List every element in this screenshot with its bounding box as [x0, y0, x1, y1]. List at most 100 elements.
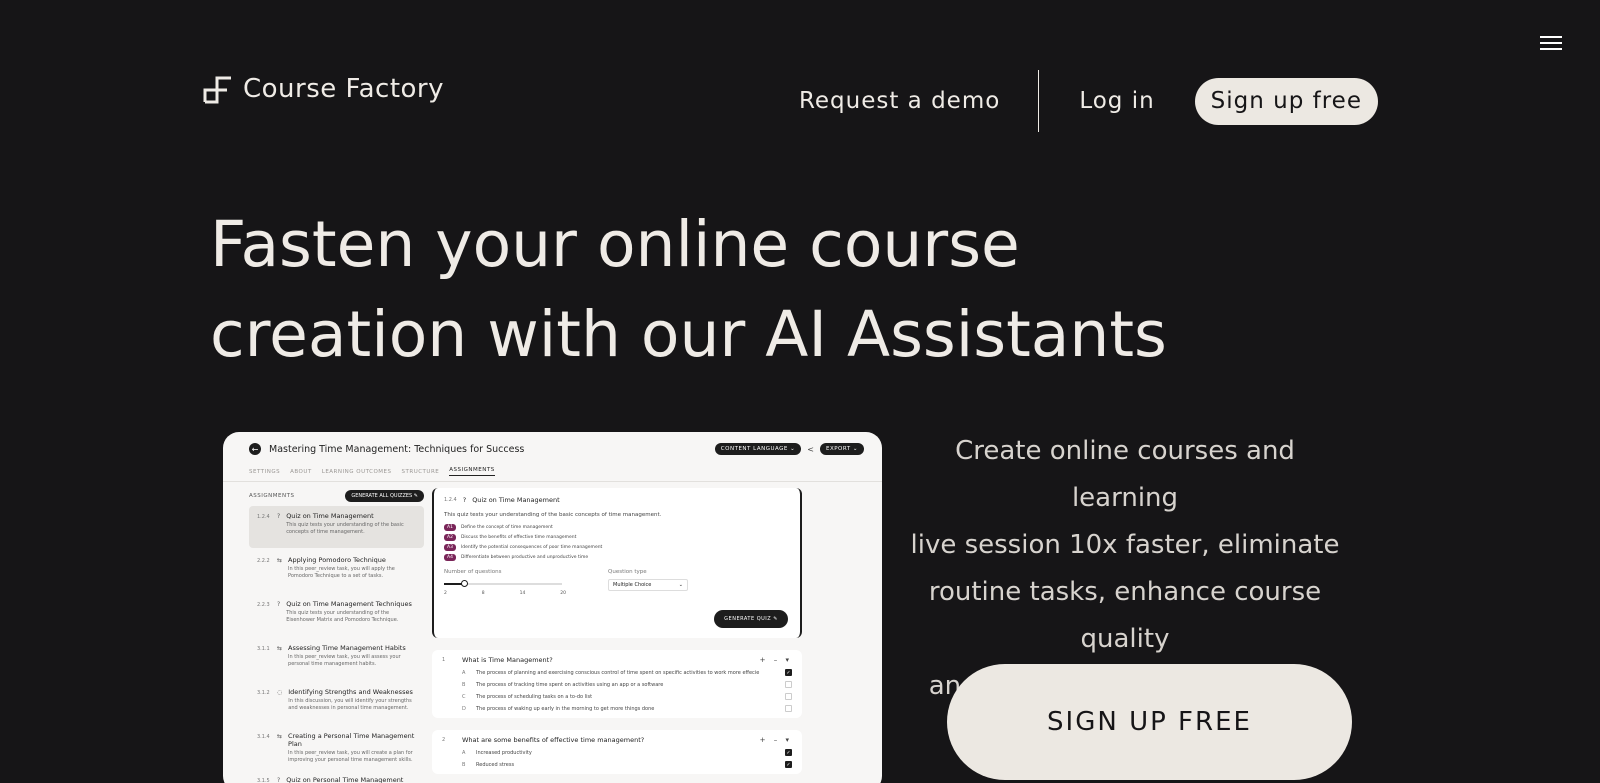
outcome-row: A1 Define the concept of time management: [444, 524, 790, 531]
description-line: routine tasks, enhance course quality: [928, 577, 1322, 654]
top-nav: Request a demo Log in Sign up free: [799, 70, 1378, 132]
assignment-type-icon: ⇆: [277, 733, 283, 740]
sign-up-cta-button[interactable]: SIGN UP FREE: [947, 664, 1352, 780]
question-controls[interactable]: + – ▾: [760, 656, 792, 664]
assignment-number: 3.1.2: [257, 690, 270, 696]
logo-text: Course Factory: [243, 74, 445, 104]
assignment-number: 3.1.4: [257, 734, 270, 740]
assignment-item[interactable]: 2.2.3? Quiz on Time Management Techniques…: [249, 594, 424, 636]
menu-icon-line: [1540, 42, 1562, 44]
option-checkbox[interactable]: ✓: [785, 749, 792, 756]
export-button[interactable]: EXPORT ⌄: [819, 443, 864, 455]
generate-quiz-label: GENERATE QUIZ: [724, 616, 772, 622]
outcome-row: A4 Differentiate between productive and u…: [444, 554, 790, 561]
assignment-type-icon: ⇆: [277, 645, 283, 652]
tab-assignments[interactable]: ASSIGNMENTS: [449, 467, 495, 476]
slider-tick: 2: [444, 591, 447, 596]
quiz-description: This quiz tests your understanding of th…: [444, 512, 662, 518]
outcome-tag: A4: [444, 554, 456, 561]
option-checkbox[interactable]: ✓: [785, 761, 792, 768]
assignment-item[interactable]: 3.1.4 ⇆ Creating a Personal Time Managemen…: [249, 726, 424, 768]
export-label: EXPORT: [825, 446, 851, 452]
assignment-title: Applying Pomodoro Technique: [288, 556, 386, 564]
answer-option: D The process of waking up early in the m…: [442, 705, 792, 712]
assignment-type-icon: ?: [277, 601, 281, 608]
nav-divider: [1038, 70, 1040, 132]
generate-quiz-button[interactable]: GENERATE QUIZ ✎: [714, 610, 788, 628]
option-letter: B: [462, 681, 466, 688]
answer-option: C The process of scheduling tasks on a to…: [442, 693, 792, 700]
outcome-text: Discuss the benefits of effective time m…: [460, 535, 577, 540]
assignment-title: Quiz on Time Management Techniques: [286, 600, 412, 608]
log-in-link[interactable]: Log in: [1079, 88, 1154, 114]
answer-option: B The process of tracking time spent on a…: [442, 681, 792, 688]
course-title: Mastering Time Management: Techniques fo…: [269, 443, 525, 455]
menu-button[interactable]: [1532, 24, 1570, 62]
assignments-label: ASSIGNMENTS: [249, 493, 295, 499]
outcome-row: A3 Identify the potential consequences of…: [444, 544, 790, 551]
tab-about[interactable]: ABOUT: [290, 469, 312, 475]
slider-knob[interactable]: [460, 580, 468, 587]
outcome-text: Define the concept of time management: [460, 525, 553, 530]
assignment-item[interactable]: 1.2.4? Quiz on Time Management This quiz t…: [249, 506, 424, 548]
answer-option: B Reduced stress ✓: [442, 761, 792, 768]
request-demo-link[interactable]: Request a demo: [799, 88, 1000, 114]
tab-learning-outcomes[interactable]: LEARNING OUTCOMES: [322, 469, 392, 475]
slider-tick: 14: [519, 591, 526, 596]
content-language-label: CONTENT LANGUAGE: [720, 446, 788, 452]
question-controls[interactable]: + – ▾: [760, 736, 792, 744]
sign-up-nav-button[interactable]: Sign up free: [1194, 77, 1378, 125]
question-header: 2 What are some benefits of effective tim…: [442, 736, 792, 744]
assignment-item[interactable]: 3.1.2 ◌ Identifying Strengths and Weakness…: [249, 682, 424, 724]
content-language-button[interactable]: CONTENT LANGUAGE ⌄: [714, 443, 802, 455]
option-letter: D: [462, 705, 466, 712]
slider-tick: 8: [481, 591, 485, 596]
share-icon[interactable]: <: [807, 445, 814, 454]
assignment-number: 2.2.3: [257, 602, 270, 608]
tab-structure[interactable]: STRUCTURE: [402, 469, 440, 475]
quiz-icon: ?: [462, 496, 467, 504]
option-checkbox[interactable]: [785, 705, 792, 712]
assignment-detail: 1.2.4 ? Quiz on Time Management This qui…: [432, 482, 802, 783]
option-checkbox[interactable]: [785, 681, 792, 688]
option-checkbox[interactable]: [785, 693, 792, 700]
description-line: live session 10x faster, eliminate: [910, 530, 1340, 560]
question-title: What are some benefits of effective time…: [462, 736, 645, 744]
logo[interactable]: Course Factory: [203, 74, 444, 104]
answer-option: A The process of planning and exercising …: [442, 669, 792, 676]
menu-icon-line: [1540, 36, 1562, 38]
logo-icon: [203, 76, 231, 104]
answer-option: A Increased productivity ✓: [442, 749, 792, 756]
option-letter: B: [462, 761, 466, 768]
question-type-select[interactable]: Multiple Choice ⌄: [608, 579, 688, 591]
menu-icon-line: [1540, 48, 1562, 50]
assignment-item[interactable]: 3.1.5? Quiz on Personal Time ManagementTh…: [249, 770, 424, 783]
chevron-down-icon: ⌄: [678, 582, 683, 588]
option-letter: A: [462, 669, 466, 676]
num-questions-label: Number of questions: [444, 569, 502, 575]
assignment-type-icon: ?: [277, 777, 281, 783]
assignment-texts: Applying Pomodoro Technique In this peer_…: [288, 556, 418, 586]
assignment-number: 1.2.4: [257, 514, 270, 520]
assignment-desc: In this peer_review task, you will apply…: [288, 566, 395, 579]
back-arrow-icon[interactable]: ←: [249, 443, 261, 455]
app-preview: ← Mastering Time Management: Techniques …: [223, 432, 882, 783]
assignment-item[interactable]: 3.1.1 ⇆ Assessing Time Management Habits In…: [249, 638, 424, 680]
question-card: 2 What are some benefits of effective tim…: [432, 730, 802, 774]
question-card: 1 What is Time Management? + – ▾ A The proce…: [432, 650, 802, 718]
generate-all-quizzes-button[interactable]: GENERATE ALL QUIZZES ✎: [345, 490, 424, 502]
assignment-desc: In this peer_review task, you will asses…: [288, 654, 401, 667]
assignment-type-icon: ?: [277, 513, 281, 520]
quiz-title: Quiz on Time Management: [472, 496, 560, 504]
learning-outcomes: A1 Define the concept of time management A…: [444, 524, 790, 561]
question-number: 1: [442, 657, 446, 663]
assignments-list: ASSIGNMENTS GENERATE ALL QUIZZES ✎ 1.2.4…: [249, 482, 424, 783]
option-checkbox[interactable]: ✓: [785, 669, 792, 676]
option-letter: A: [462, 749, 466, 756]
assignment-desc: In this peer_review task, you will creat…: [288, 750, 413, 763]
assignment-item[interactable]: 2.2.2 ⇆ Applying Pomodoro Technique In this…: [249, 550, 424, 592]
num-questions-slider[interactable]: [444, 580, 562, 587]
question-type-label: Question type: [608, 569, 647, 575]
tab-settings[interactable]: SETTINGS: [249, 469, 280, 475]
assignment-title: Identifying Strengths and Weaknesses: [288, 688, 413, 696]
